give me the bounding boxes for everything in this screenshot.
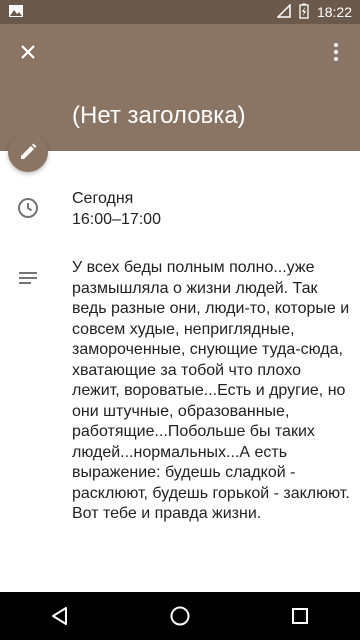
nav-recents-button[interactable]: [276, 592, 324, 640]
navigation-bar: [0, 592, 360, 640]
signal-icon: [276, 2, 291, 21]
edit-icon: [21, 143, 37, 159]
home-circle-icon: [170, 606, 190, 626]
image-notification-icon: [8, 3, 24, 22]
event-header: (Нет заголовка): [0, 24, 360, 151]
event-time: Сегодня 16:00–17:00: [72, 188, 161, 230]
notes-icon: [16, 266, 40, 290]
status-bar: 18:22: [0, 0, 360, 24]
event-description: У всех беды полным полно...уже размышлял…: [72, 259, 350, 522]
event-title: (Нет заголовка): [72, 102, 246, 129]
event-time-range: 16:00–17:00: [72, 211, 161, 228]
nav-back-button[interactable]: [36, 592, 84, 640]
nav-home-button[interactable]: [156, 592, 204, 640]
clock-icon: [16, 196, 40, 220]
more-options-button[interactable]: [316, 32, 356, 72]
back-triangle-icon: [52, 607, 67, 625]
more-vert-icon: [334, 43, 338, 61]
status-time: 18:22: [316, 4, 352, 20]
battery-icon: [299, 3, 309, 22]
close-button[interactable]: [8, 32, 48, 72]
close-icon: [21, 45, 35, 59]
edit-button[interactable]: [8, 132, 48, 172]
recents-square-icon: [292, 608, 308, 624]
event-date: Сегодня: [72, 190, 134, 207]
